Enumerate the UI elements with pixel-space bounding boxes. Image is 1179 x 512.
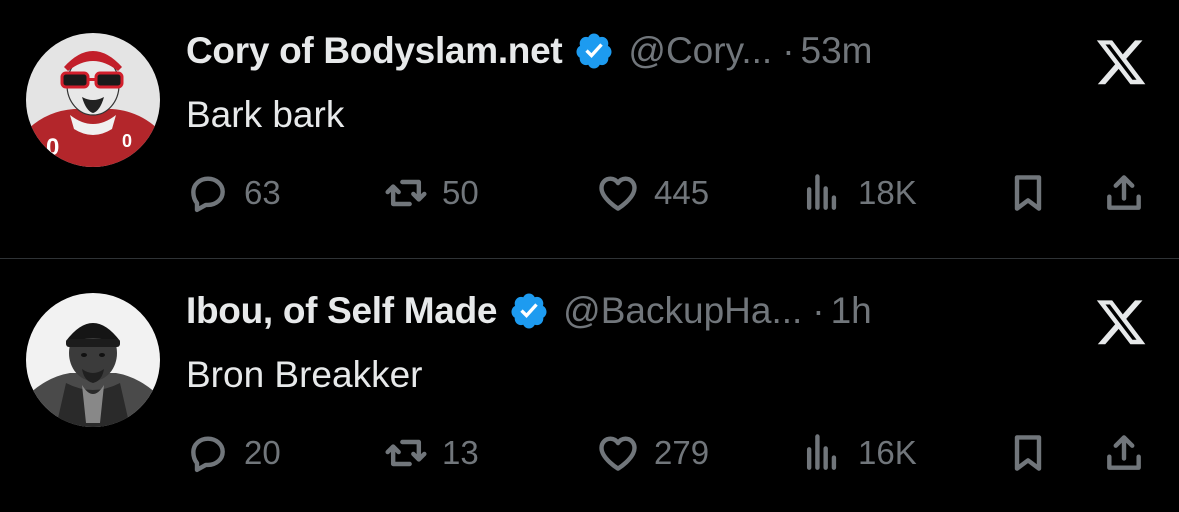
views-count: 18K (858, 174, 917, 211)
avatar[interactable]: 0 0 (26, 33, 160, 167)
user-handle[interactable]: @BackupHa... (563, 290, 802, 332)
bookmark-icon (1014, 435, 1042, 471)
x-logo-icon (1096, 300, 1146, 345)
display-name[interactable]: Cory of Bodyslam.net (186, 30, 563, 72)
tweet-card[interactable]: 0 0 Cory of Bodyslam.net @Cory... · 53m … (0, 0, 1179, 252)
views-icon (806, 434, 837, 470)
reply-icon (191, 176, 225, 213)
repost-button[interactable]: 13 (384, 430, 479, 476)
repost-button[interactable]: 50 (384, 170, 479, 216)
reply-button[interactable]: 20 (186, 430, 281, 476)
repost-icon (385, 179, 427, 207)
reply-button[interactable]: 63 (186, 170, 281, 216)
share-icon (1107, 175, 1141, 210)
reply-count: 63 (244, 174, 281, 211)
svg-text:0: 0 (46, 134, 59, 161)
separator-dot: · (782, 30, 795, 71)
tweet-header: Ibou, of Self Made @BackupHa... · 1h (186, 290, 872, 332)
views-button[interactable]: 16K (800, 430, 917, 476)
tweet-text: Bron Breakker (186, 354, 423, 395)
reply-count: 20 (244, 434, 281, 471)
views-button[interactable]: 18K (800, 170, 917, 216)
reply-icon (191, 436, 225, 473)
like-button[interactable]: 445 (596, 170, 709, 216)
tweet-text: Bark bark (186, 94, 345, 135)
like-button[interactable]: 279 (596, 430, 709, 476)
like-icon (599, 436, 637, 471)
tweet-header: Cory of Bodyslam.net @Cory... · 53m (186, 30, 873, 72)
bookmark-button[interactable] (1006, 170, 1050, 216)
repost-count: 50 (442, 174, 479, 211)
action-bar: 63 50 445 18K (186, 170, 1146, 216)
svg-text:0: 0 (122, 131, 132, 151)
bookmark-icon (1014, 175, 1042, 211)
bookmark-button[interactable] (1006, 430, 1050, 476)
divider (0, 258, 1179, 259)
timestamp[interactable]: 53m (801, 30, 873, 72)
tweet-card[interactable]: Ibou, of Self Made @BackupHa... · 1h Bro… (0, 260, 1179, 512)
views-count: 16K (858, 434, 917, 471)
repost-count: 13 (442, 434, 479, 471)
avatar-image: 0 0 (26, 33, 160, 167)
avatar[interactable] (26, 293, 160, 427)
repost-icon (385, 439, 427, 467)
views-icon (806, 174, 837, 210)
action-bar: 20 13 279 16K (186, 430, 1146, 476)
avatar-image (26, 293, 160, 427)
like-count: 279 (654, 434, 710, 471)
timestamp[interactable]: 1h (831, 290, 872, 332)
like-count: 445 (654, 174, 710, 211)
separator-dot: · (812, 290, 825, 331)
display-name[interactable]: Ibou, of Self Made (186, 290, 497, 332)
like-icon (599, 176, 637, 211)
verified-badge-icon (511, 293, 547, 329)
share-button[interactable] (1102, 170, 1146, 216)
user-handle[interactable]: @Cory... (628, 30, 772, 72)
verified-badge-icon (576, 33, 612, 69)
share-icon (1107, 435, 1141, 470)
x-logo-icon (1096, 40, 1146, 85)
share-button[interactable] (1102, 430, 1146, 476)
